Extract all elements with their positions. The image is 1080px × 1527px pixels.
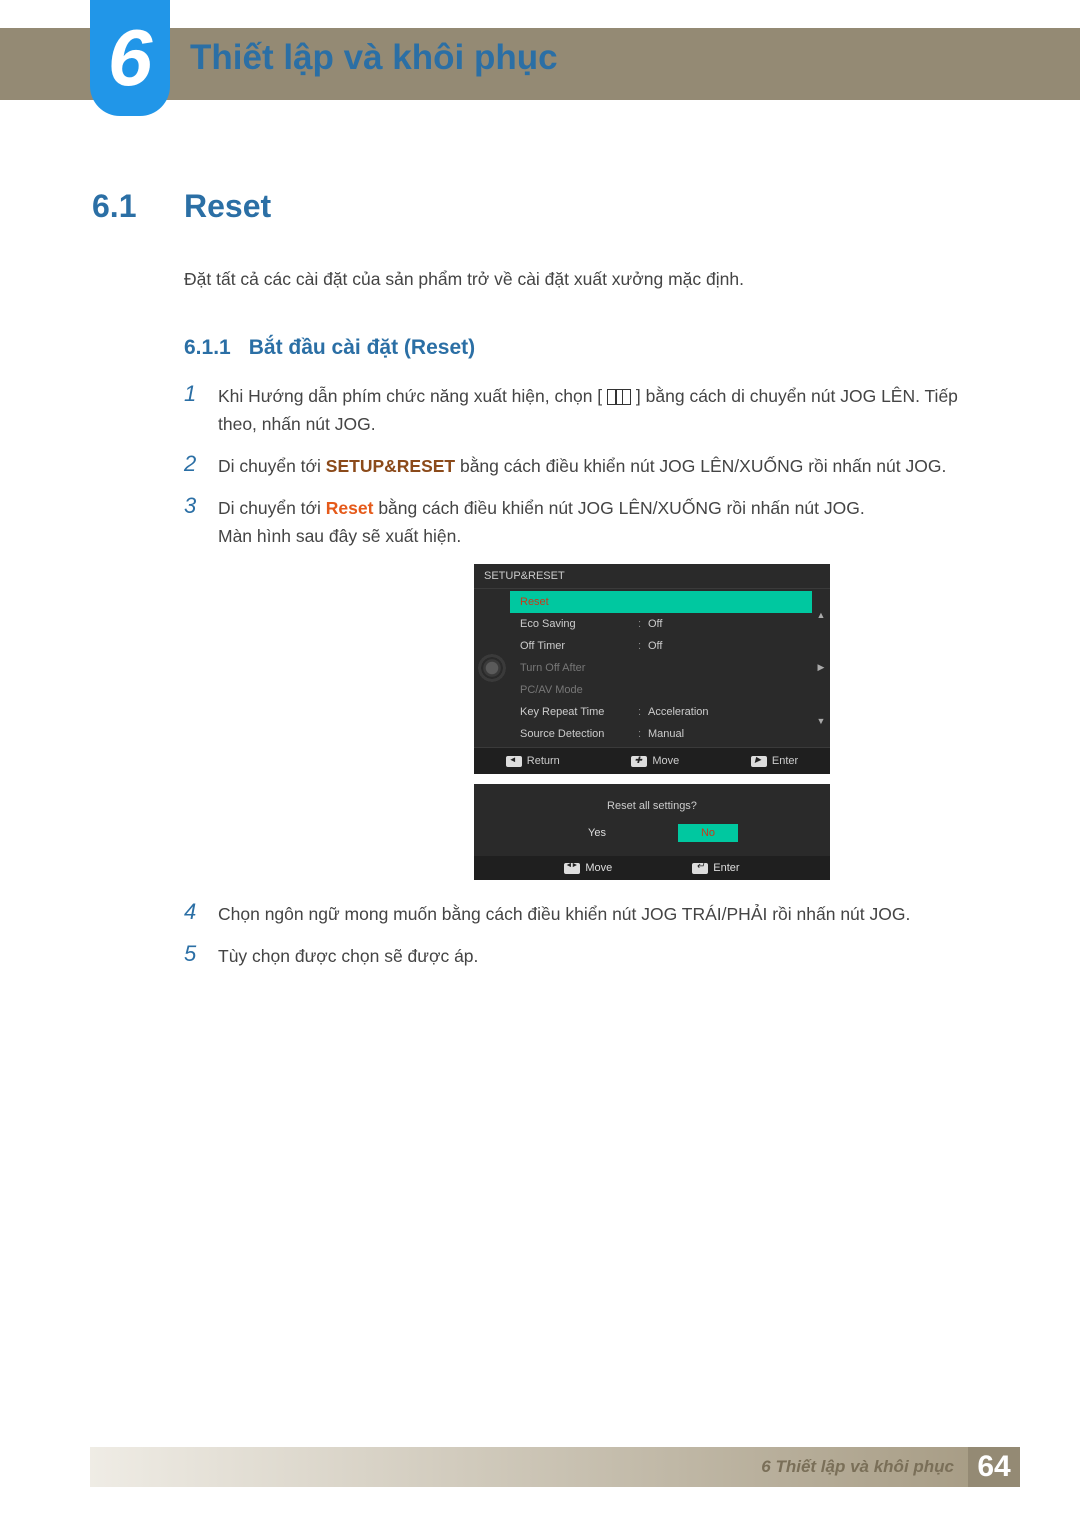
menu-icon [607,389,631,405]
label: Enter [713,862,739,874]
page-content: 6.1 Reset Đặt tất cả các cài đặt của sản… [92,188,988,984]
osd-colon: : [638,618,648,630]
chapter-number-badge: 6 [90,0,170,116]
move-lr-icon [564,863,580,874]
footer-page-number: 64 [968,1447,1020,1487]
osd-menu-list: Reset Eco Saving : Off Off Timer : Off [510,589,812,747]
osd-option-yes: Yes [566,824,628,842]
osd-colon: : [638,728,648,740]
osd-label: PC/AV Mode [520,684,638,696]
osd-footer-return: Return [506,755,560,767]
text-bold: SETUP&RESET [326,456,455,476]
osd-colon: : [638,640,648,652]
step-number: 3 [184,494,202,518]
subsection-heading: 6.1.1 Bắt đầu cài đặt (Reset) [184,336,988,360]
osd-item-reset: Reset [510,591,812,613]
osd-label: Source Detection [520,728,638,740]
osd-label: Key Repeat Time [520,706,638,718]
osd-footer-enter: Enter [692,862,739,874]
gear-icon [481,657,503,679]
step-1: 1 Khi Hướng dẫn phím chức năng xuất hiện… [184,382,988,438]
osd-confirm-panel: Reset all settings? Yes No Move Enter [474,784,830,880]
text-part: bằng cách điều khiển nút JOG LÊN/XUỐNG r… [373,498,864,518]
section-number: 6.1 [92,188,154,225]
osd-footer: Return Move Enter [474,748,830,774]
osd-value: Off [648,640,802,652]
step-text: Chọn ngôn ngữ mong muốn bằng cách điều k… [218,900,910,928]
footer-chapter-label: 6 Thiết lập và khôi phục [747,1447,968,1487]
arrow-right-icon: ▶ [818,662,825,673]
text-part: Di chuyển tới [218,498,326,518]
step-text: Di chuyển tới Reset bằng cách điều khiển… [218,494,865,550]
subsection-number: 6.1.1 [184,336,231,360]
label: Return [527,755,560,767]
osd-item-offtimer: Off Timer : Off [510,635,812,657]
enter-icon [751,756,767,767]
osd-label: Reset [520,596,638,608]
osd-colon: : [638,706,648,718]
osd-sidebar [474,589,510,747]
osd-footer-move: Move [631,755,679,767]
subsection-title: Bắt đầu cài đặt (Reset) [249,336,475,360]
section-heading: 6.1 Reset [92,188,988,225]
osd-item-sourcedetection: Source Detection : Manual [510,723,812,745]
step-number: 1 [184,382,202,406]
chapter-title: Thiết lập và khôi phục [190,38,558,78]
label: Move [652,755,679,767]
osd-confirm-options: Yes No [474,824,830,856]
arrow-up-icon: ▲ [817,610,826,620]
text-part: Khi Hướng dẫn phím chức năng xuất hiện, … [218,386,602,406]
osd-label: Eco Saving [520,618,638,630]
osd-item-keyrepeat: Key Repeat Time : Acceleration [510,701,812,723]
return-icon [506,756,522,767]
osd-value: Acceleration [648,706,802,718]
text-part: Màn hình sau đây sẽ xuất hiện. [218,526,461,546]
move-icon [631,756,647,767]
osd-value: Off [648,618,802,630]
osd-header: SETUP&RESET [474,564,830,588]
page-footer: 6 Thiết lập và khôi phục 64 [90,1447,1020,1487]
step-number: 2 [184,452,202,476]
step-5: 5 Tùy chọn được chọn sẽ được áp. [184,942,988,970]
section-title: Reset [184,188,271,225]
step-text: Khi Hướng dẫn phím chức năng xuất hiện, … [218,382,988,438]
step-2: 2 Di chuyển tới SETUP&RESET bằng cách đi… [184,452,988,480]
osd-confirm-footer: Move Enter [474,856,830,880]
text-orange: Reset [326,498,374,518]
step-3: 3 Di chuyển tới Reset bằng cách điều khi… [184,494,988,550]
section-intro: Đặt tất cả các cài đặt của sản phẩm trở … [184,269,988,290]
step-number: 5 [184,942,202,966]
steps-list: 1 Khi Hướng dẫn phím chức năng xuất hiện… [184,382,988,970]
step-number: 4 [184,900,202,924]
osd-body: Reset Eco Saving : Off Off Timer : Off [474,588,830,748]
enter-icon [692,863,708,874]
label: Move [585,862,612,874]
osd-value: Manual [648,728,802,740]
step-4: 4 Chọn ngôn ngữ mong muốn bằng cách điều… [184,900,988,928]
osd-footer-enter: Enter [751,755,798,767]
osd-label: Turn Off After [520,662,638,674]
text-part: bằng cách điều khiển nút JOG LÊN/XUỐNG r… [455,456,946,476]
osd-confirm-question: Reset all settings? [474,784,830,824]
osd-item-eco: Eco Saving : Off [510,613,812,635]
osd-label: Off Timer [520,640,638,652]
osd-item-pcav: PC/AV Mode [510,679,812,701]
osd-footer-move: Move [564,862,612,874]
osd-screenshots: SETUP&RESET Reset Eco Saving : Off [474,564,988,880]
osd-menu-panel: SETUP&RESET Reset Eco Saving : Off [474,564,830,774]
text-part: Di chuyển tới [218,456,326,476]
step-text: Di chuyển tới SETUP&RESET bằng cách điều… [218,452,946,480]
label: Enter [772,755,798,767]
osd-scroll-arrows: ▲ ▶ ▼ [812,589,830,747]
osd-item-turnoffafter: Turn Off After [510,657,812,679]
step-text: Tùy chọn được chọn sẽ được áp. [218,942,478,970]
arrow-down-icon: ▼ [817,716,826,726]
osd-option-no: No [678,824,738,842]
